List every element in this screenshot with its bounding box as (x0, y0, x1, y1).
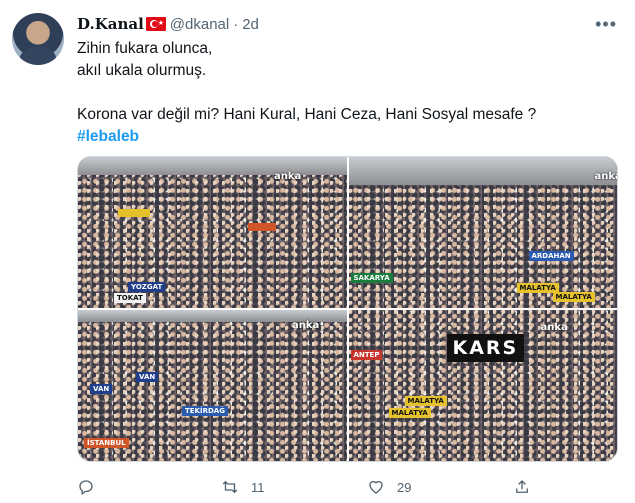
banner: İSTANBUL (84, 438, 129, 448)
turkey-flag-icon: ★ (145, 17, 166, 31)
tweet-line: Korona var değil mi? Hani Kural, Hani Ce… (77, 106, 537, 123)
tweet-actions: 11 29 (77, 478, 617, 496)
banner: MALATYA (404, 396, 447, 406)
heart-icon (369, 480, 383, 494)
reply-icon (79, 480, 93, 496)
retweet-button[interactable]: 11 (221, 478, 265, 496)
retweet-icon (222, 480, 238, 494)
banner (248, 223, 276, 231)
display-name[interactable]: D.Kanal (77, 15, 144, 33)
banner (118, 209, 150, 217)
user-handle[interactable]: @dkanal (170, 16, 229, 33)
banner: VAN (136, 372, 159, 382)
banner: TEKİRDAĞ (182, 406, 228, 416)
photo-crowd-2[interactable]: anka SAKARYA MALATYA MALATYA ARDAHAN (348, 157, 618, 308)
photo-crowd-3[interactable]: anka VAN VAN TEKİRDAĞ İSTANBUL (78, 310, 347, 461)
reply-button[interactable] (77, 478, 107, 496)
hashtag-link[interactable]: #lebaleb (77, 128, 139, 145)
like-count: 29 (397, 479, 412, 495)
watermark: anka (594, 171, 618, 182)
kars-banner: KARS (446, 334, 525, 362)
share-icon (516, 480, 528, 493)
banner: SAKARYA (350, 273, 393, 283)
watermark: anka (292, 320, 320, 331)
banner: TOKAT (114, 293, 146, 303)
banner: YOZGAT (128, 282, 166, 292)
media-grid[interactable]: anka YOZGAT TOKAT anka SAKARYA MALATYA M… (77, 156, 618, 462)
tweet-text: Zihin fukara olunca, akıl ukala olurmuş.… (77, 38, 597, 148)
retweet-count: 11 (251, 479, 265, 495)
tweet-header: D.Kanal ★ @dkanal · 2d (77, 14, 259, 34)
avatar[interactable] (12, 13, 64, 65)
photo-crowd-1[interactable]: anka YOZGAT TOKAT (78, 157, 347, 308)
share-button[interactable] (513, 478, 531, 496)
banner: ANTEP (350, 350, 383, 360)
timestamp[interactable]: 2d (242, 16, 259, 33)
tweet-line: akıl ukala olurmuş. (77, 62, 207, 79)
banner: ARDAHAN (528, 251, 574, 261)
photo-crowd-4[interactable]: anka KARS ANTEP MALATYA MALATYA (348, 310, 617, 461)
banner: VAN (90, 384, 113, 394)
more-icon[interactable]: ••• (595, 14, 617, 35)
watermark: anka (540, 322, 568, 333)
tweet-line: Zihin fukara olunca, (77, 40, 213, 57)
separator: · (233, 15, 239, 33)
banner: MALATYA (388, 408, 431, 418)
like-button[interactable]: 29 (367, 478, 411, 496)
banner: MALATYA (552, 292, 595, 302)
watermark: anka (274, 171, 302, 182)
